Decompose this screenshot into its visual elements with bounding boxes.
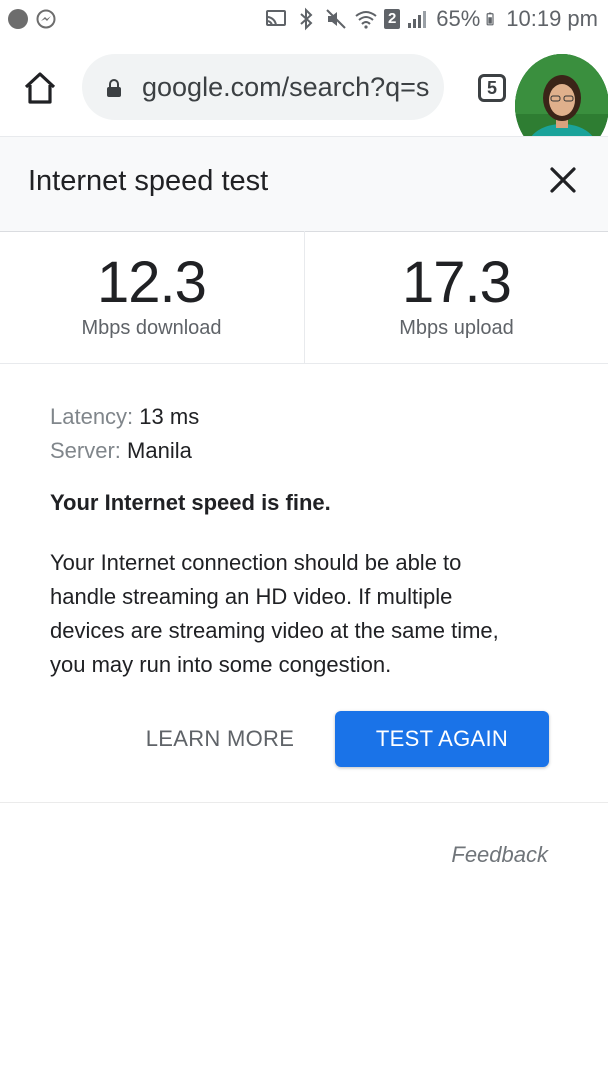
battery-icon — [486, 12, 494, 26]
home-icon[interactable] — [22, 70, 58, 106]
close-icon[interactable] — [548, 165, 578, 195]
wifi-icon — [355, 11, 377, 29]
mute-icon — [326, 9, 346, 29]
description-line: you may run into some congestion. — [50, 652, 392, 677]
divider — [0, 802, 608, 803]
description-line: Your Internet connection should be able … — [50, 550, 462, 575]
upload-result: 17.3 Mbps upload — [304, 231, 608, 363]
test-again-button[interactable]: TEST AGAIN — [335, 711, 549, 767]
latency-label: Latency: — [50, 404, 134, 429]
speed-test-title: Internet speed test — [28, 165, 269, 197]
download-value: 12.3 — [97, 250, 207, 315]
upload-unit: Mbps upload — [399, 317, 514, 339]
lock-icon — [107, 79, 121, 97]
latency-line: Latency: 13 ms — [50, 400, 560, 434]
description-line: devices are streaming video at the same … — [50, 618, 499, 643]
upload-value: 17.3 — [402, 250, 512, 315]
url-text: google.com/search?q=s — [142, 72, 430, 102]
messenger-icon — [36, 9, 56, 29]
sim-badge: 2 — [384, 9, 401, 29]
status-right: 2 65% 10:19 pm — [264, 6, 598, 32]
battery-percent: 65% — [436, 6, 481, 31]
speed-results: 12.3 Mbps download 17.3 Mbps upload — [0, 231, 608, 364]
bluetooth-icon — [300, 7, 313, 31]
server-line: Server: Manila — [50, 434, 560, 468]
description-line: handle streaming an HD video. If multipl… — [50, 584, 453, 609]
speed-verdict: Your Internet speed is fine. — [50, 490, 331, 515]
server-label: Server: — [50, 438, 121, 463]
test-details: Latency: 13 ms Server: Manila — [50, 400, 560, 468]
download-unit: Mbps download — [81, 317, 222, 339]
tab-count: 5 — [486, 77, 497, 98]
feedback-link[interactable]: Feedback — [451, 842, 548, 868]
tabs-button[interactable]: 5 — [478, 74, 506, 102]
status-left — [8, 9, 56, 29]
clock: 10:19 pm — [506, 6, 598, 31]
cast-icon — [266, 10, 287, 27]
latency-value: 13 ms — [139, 404, 200, 429]
url-bar[interactable]: google.com/search?q=s — [82, 54, 444, 120]
learn-more-button[interactable]: LEARN MORE — [140, 712, 300, 766]
status-bar: 2 65% 10:19 pm — [0, 0, 608, 42]
signal-icon — [408, 11, 427, 28]
speed-description: Your Internet connection should be able … — [50, 546, 560, 682]
download-result: 12.3 Mbps download — [0, 231, 303, 363]
record-dot-icon — [8, 9, 28, 29]
server-value: Manila — [127, 438, 192, 463]
speed-test-header: Internet speed test — [0, 136, 608, 232]
